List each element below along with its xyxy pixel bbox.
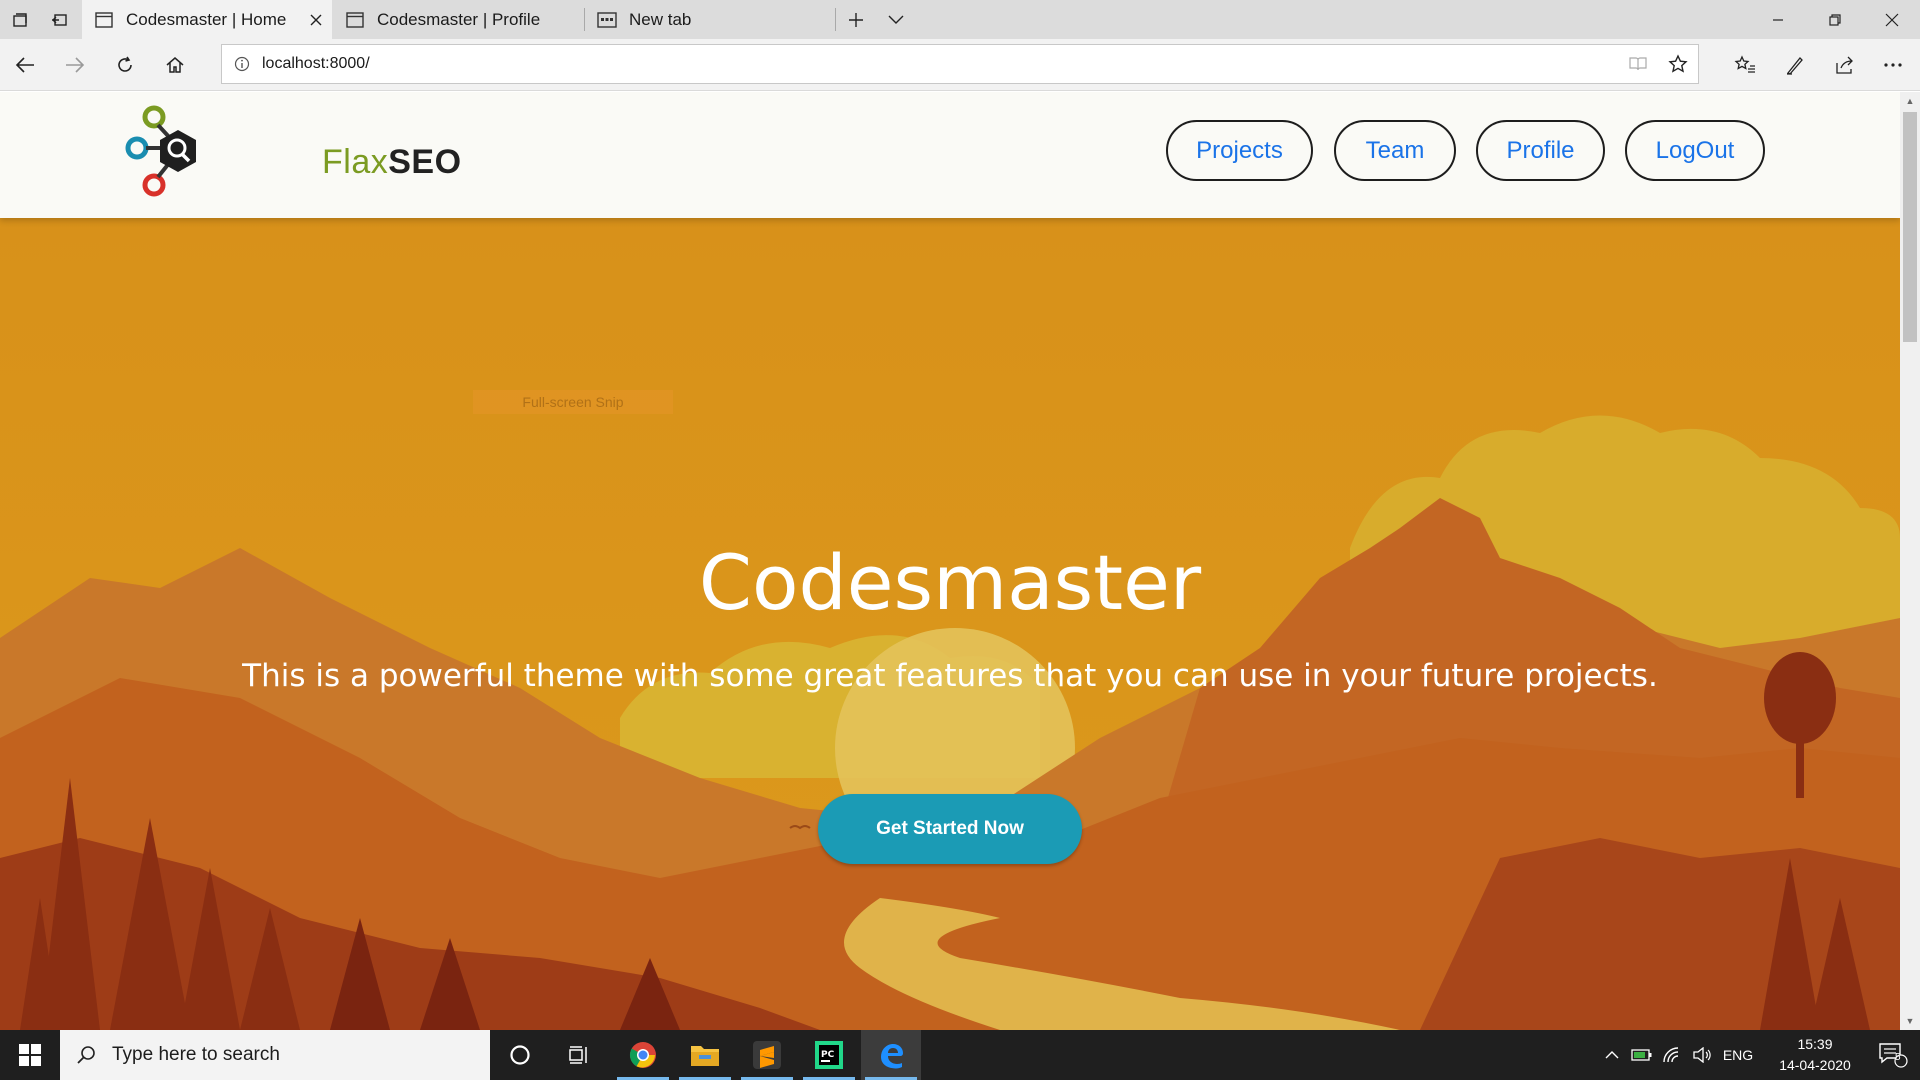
- scrollbar-thumb[interactable]: [1903, 112, 1917, 342]
- tab-codesmaster-home[interactable]: Codesmaster | Home: [82, 0, 332, 39]
- sublime-text-icon[interactable]: [737, 1030, 797, 1080]
- site-info-icon[interactable]: [222, 56, 262, 72]
- logo-text-flax: Flax: [322, 143, 389, 181]
- clock-time: 15:39: [1797, 1036, 1833, 1052]
- new-tab-page-icon: [595, 11, 619, 28]
- tab-codesmaster-profile[interactable]: Codesmaster | Profile: [333, 0, 583, 39]
- language-indicator[interactable]: ENG: [1718, 1030, 1758, 1080]
- url-text[interactable]: localhost:8000/: [262, 55, 1618, 73]
- browser-toolbar: localhost:8000/: [0, 39, 1920, 91]
- tab-title: Codesmaster | Profile: [377, 9, 541, 29]
- minimize-icon[interactable]: [1749, 0, 1806, 39]
- page-icon: [92, 11, 116, 28]
- notification-center-icon[interactable]: 5: [1868, 1030, 1918, 1080]
- volume-icon[interactable]: [1688, 1030, 1716, 1080]
- scroll-up-icon[interactable]: ▲: [1900, 92, 1920, 110]
- home-icon[interactable]: [150, 39, 200, 91]
- tab-new-tab[interactable]: New tab: [585, 0, 835, 39]
- restore-icon[interactable]: [1806, 0, 1863, 39]
- tab-actions-icon[interactable]: [0, 0, 40, 39]
- edge-browser-icon[interactable]: [861, 1030, 921, 1080]
- close-window-icon[interactable]: [1863, 0, 1920, 39]
- tab-title: Codesmaster | Home: [126, 9, 287, 29]
- forward-arrow-icon[interactable]: [50, 39, 100, 91]
- tab-preview-chevron-down-icon[interactable]: [876, 0, 916, 39]
- page-scrollbar[interactable]: ▲ ▼: [1900, 92, 1920, 1030]
- hero-subtitle: This is a powerful theme with some great…: [242, 658, 1658, 694]
- task-view-icon[interactable]: [550, 1030, 610, 1080]
- favorites-list-icon[interactable]: [1720, 39, 1770, 91]
- page-viewport: FlaxSEO Projects Team Profile LogOut Ful…: [0, 92, 1900, 1030]
- nav-team-button[interactable]: Team: [1334, 120, 1456, 181]
- flaxseo-logo[interactable]: FlaxSEO: [120, 100, 461, 208]
- logo-text-seo: SEO: [388, 143, 462, 181]
- nav-logout-button[interactable]: LogOut: [1625, 120, 1765, 181]
- address-bar[interactable]: localhost:8000/: [221, 44, 1699, 84]
- set-tabs-aside-icon[interactable]: [40, 0, 80, 39]
- battery-icon[interactable]: [1628, 1030, 1656, 1080]
- close-icon[interactable]: [300, 13, 332, 27]
- system-clock[interactable]: 15:39 14-04-2020: [1760, 1030, 1870, 1080]
- hero-title: Codesmaster: [698, 538, 1202, 627]
- scroll-down-icon[interactable]: ▼: [1900, 1012, 1920, 1030]
- taskbar-search-box[interactable]: Type here to search: [60, 1030, 490, 1080]
- page-icon: [343, 11, 367, 28]
- file-explorer-icon[interactable]: [675, 1030, 735, 1080]
- back-arrow-icon[interactable]: [0, 39, 50, 91]
- share-icon[interactable]: [1820, 39, 1870, 91]
- browser-tab-bar: Codesmaster | Home Codesmaster | Profile…: [0, 0, 1920, 39]
- full-screen-snip-overlay: Full-screen Snip: [473, 390, 673, 414]
- site-header: FlaxSEO Projects Team Profile LogOut: [0, 92, 1900, 218]
- chrome-icon[interactable]: [613, 1030, 673, 1080]
- favorite-star-icon[interactable]: [1658, 54, 1698, 74]
- web-note-pen-icon[interactable]: [1770, 39, 1820, 91]
- nav-profile-button[interactable]: Profile: [1476, 120, 1605, 181]
- windows-start-icon[interactable]: [0, 1030, 60, 1080]
- nav-projects-button[interactable]: Projects: [1166, 120, 1313, 181]
- cortana-icon[interactable]: [490, 1030, 550, 1080]
- logo-text: FlaxSEO: [322, 143, 462, 182]
- notification-count-badge: 5: [1895, 1052, 1901, 1063]
- tab-title: New tab: [629, 9, 692, 29]
- search-icon: [60, 1045, 112, 1065]
- search-placeholder: Type here to search: [112, 1044, 280, 1065]
- get-started-button[interactable]: Get Started Now: [818, 794, 1082, 864]
- pycharm-icon[interactable]: PC: [799, 1030, 859, 1080]
- hero-section: Full-screen Snip Codesmaster This is a p…: [0, 218, 1900, 1030]
- logo-mark-icon: [125, 105, 196, 197]
- svg-text:PC: PC: [821, 1050, 835, 1060]
- refresh-icon[interactable]: [100, 39, 150, 91]
- clock-date: 14-04-2020: [1779, 1057, 1851, 1073]
- windows-taskbar: Type here to search PC ENG 15:39 14-04-2…: [0, 1030, 1920, 1080]
- show-hidden-icons-chevron-up-icon[interactable]: [1598, 1030, 1626, 1080]
- reading-view-icon[interactable]: [1618, 56, 1658, 72]
- wifi-icon[interactable]: [1658, 1030, 1686, 1080]
- new-tab-plus-icon[interactable]: [836, 0, 876, 39]
- more-options-icon[interactable]: [1868, 39, 1918, 91]
